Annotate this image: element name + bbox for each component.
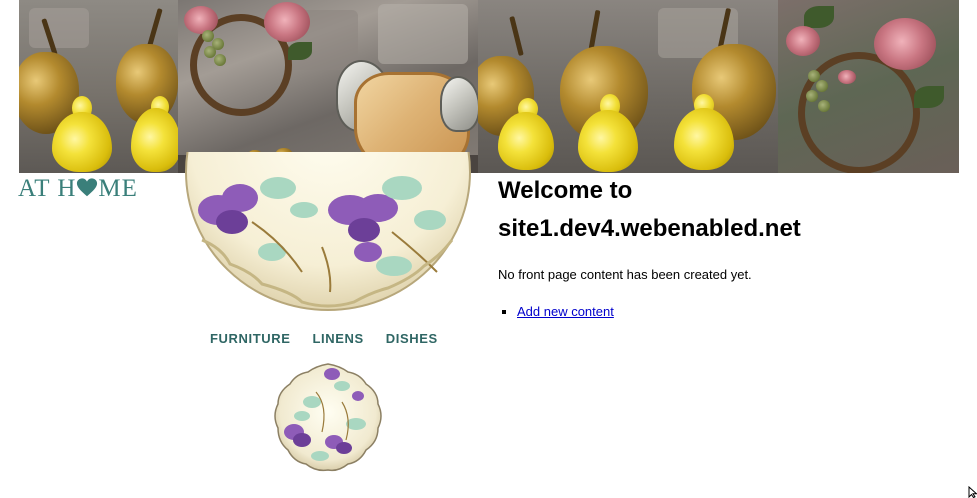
action-list: Add new content <box>498 303 958 320</box>
main-content: Welcome to site1.dev4.webenabled.net No … <box>498 172 958 320</box>
category-nav: FURNITURE LINENS DISHES <box>210 331 438 349</box>
logo-text-left: AT H <box>18 175 77 202</box>
nav-link-furniture[interactable]: FURNITURE <box>210 331 291 349</box>
page-title-line2: site1.dev4.webenabled.net <box>498 215 801 242</box>
nav-link-linens[interactable]: LINENS <box>313 331 364 349</box>
nav-link-dishes[interactable]: DISHES <box>386 331 438 349</box>
banner-photo-wreath-board <box>178 0 478 173</box>
banner-photo-apples-pears-2 <box>478 0 778 173</box>
site-logo[interactable]: AT H ME <box>18 175 160 203</box>
front-page-message: No front page content has been created y… <box>498 267 752 282</box>
header-banner <box>19 0 959 173</box>
page-title: Welcome to site1.dev4.webenabled.net <box>498 172 958 248</box>
mouse-cursor-icon <box>968 486 977 498</box>
add-new-content-link[interactable]: Add new content <box>517 304 614 319</box>
banner-photo-apples-pears <box>19 0 178 173</box>
heart-icon <box>77 178 98 197</box>
large-plate-image <box>182 152 474 312</box>
banner-photo-floral-wreath <box>778 0 959 173</box>
list-item: Add new content <box>517 303 958 320</box>
page-title-line1: Welcome to <box>498 177 633 204</box>
logo-text-right: ME <box>98 175 138 202</box>
small-plate-image <box>272 362 384 474</box>
